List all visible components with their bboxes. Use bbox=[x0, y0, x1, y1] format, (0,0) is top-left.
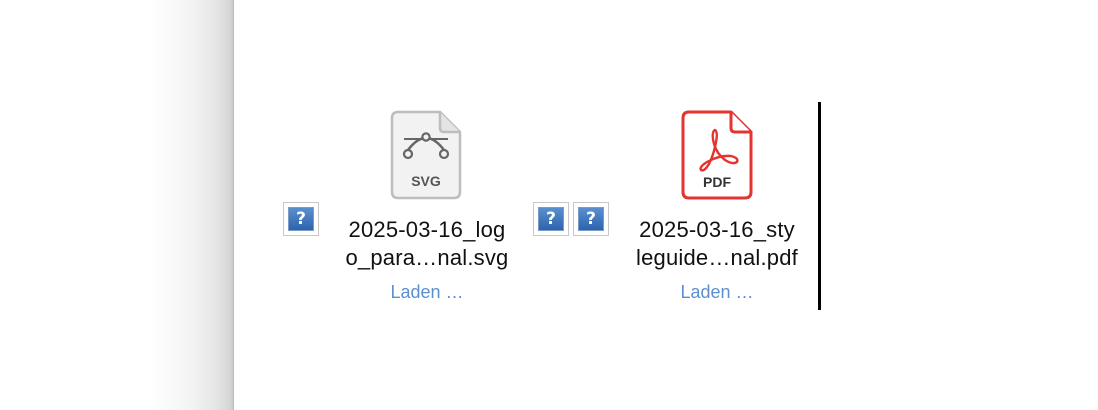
file-type-label: SVG bbox=[411, 173, 441, 189]
attachment-pdf[interactable]: PDF 2025-03-16_sty leguide…nal.pdf Laden… bbox=[617, 110, 817, 310]
attachment-name-line1: 2025-03-16_sty bbox=[639, 217, 795, 242]
broken-image-icon[interactable]: ? bbox=[283, 202, 319, 236]
question-mark-icon: ? bbox=[538, 207, 564, 231]
pdf-file-icon: PDF bbox=[681, 110, 753, 200]
broken-image-icon[interactable]: ? bbox=[573, 202, 609, 236]
text-cursor bbox=[818, 102, 821, 310]
question-mark-icon: ? bbox=[288, 207, 314, 231]
attachment-status: Laden … bbox=[680, 282, 754, 302]
attachment-name-line1: 2025-03-16_log bbox=[348, 217, 506, 242]
attachment-name-line2: leguide…nal.pdf bbox=[635, 245, 798, 270]
file-type-label: PDF bbox=[703, 174, 731, 190]
attachment-svg[interactable]: SVG 2025-03-16_log o_para…nal.svg Laden … bbox=[327, 110, 527, 310]
mail-compose-area: ? SVG 2025-03-16_log o_para…nal.svg Lade… bbox=[0, 0, 1098, 410]
attachment-status: Laden … bbox=[390, 282, 464, 302]
svg-file-icon: SVG bbox=[390, 110, 462, 200]
attachment-name-line2: o_para…nal.svg bbox=[345, 245, 509, 270]
sidebar-shadow bbox=[0, 0, 233, 410]
broken-image-icon[interactable]: ? bbox=[533, 202, 569, 236]
question-mark-icon: ? bbox=[578, 207, 604, 231]
